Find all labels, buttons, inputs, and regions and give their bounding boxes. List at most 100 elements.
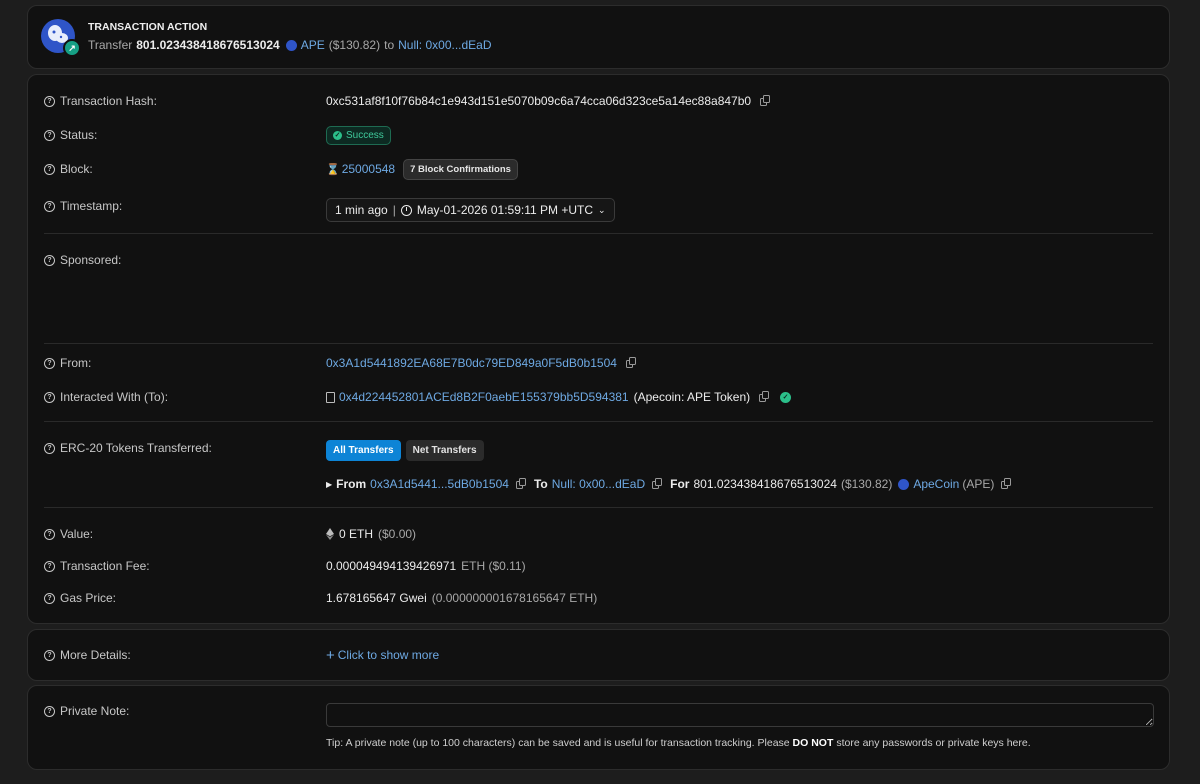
contract-address-link[interactable]: 0x4d224452801ACEd8B2F0aebE155379bb5D5943…	[339, 390, 629, 404]
status-badge: ✓ Success	[326, 125, 391, 145]
transfer-for-word: For	[670, 477, 690, 491]
show-more-link[interactable]: + Click to show more	[326, 648, 1153, 663]
transfer-from-link[interactable]: 0x3A1d5441...5dB0b1504	[370, 477, 509, 491]
transfer-to-word: To	[533, 477, 548, 491]
divider	[44, 507, 1153, 508]
row-interacted-with: ? Interacted With (To): 0x4d224452801ACEd…	[44, 387, 1153, 407]
action-token-link[interactable]: APE	[301, 38, 325, 52]
transaction-hash: 0xc531af8f10f76b84c1e943d151e5070b09c6a7…	[326, 94, 752, 108]
more-details-card: ? More Details: + Click to show more	[27, 629, 1170, 681]
help-icon: ?	[44, 357, 55, 369]
verified-check-icon: ✓	[780, 391, 792, 403]
fee-unit: ETH ($0.11)	[461, 559, 526, 573]
row-from: ? From: 0x3A1d5441892EA68E7B0dc79ED849a0F…	[44, 353, 1153, 373]
divider	[44, 233, 1153, 234]
help-icon: ?	[44, 528, 55, 540]
transaction-action-card: ↗ TRANSACTION ACTION Transfer 801.023438…	[27, 5, 1170, 69]
hourglass-icon: ⌛	[326, 163, 340, 176]
row-more-details: ? More Details: + Click to show more	[44, 645, 1153, 665]
help-icon: ?	[44, 129, 55, 141]
row-timestamp: ? Timestamp: 1 min ago | May-01-2026 01:5…	[44, 196, 1153, 222]
clock-icon	[400, 204, 412, 216]
timestamp-age: 1 min ago	[335, 203, 388, 217]
tip-bold: DO NOT	[792, 737, 834, 749]
timestamp-label: Timestamp:	[60, 199, 123, 213]
action-verb: Transfer	[88, 38, 133, 52]
all-transfers-tab[interactable]: All Transfers	[326, 440, 401, 461]
from-address-link[interactable]: 0x3A1d5441892EA68E7B0dc79ED849a0F5dB0b15…	[326, 356, 617, 370]
help-icon: ?	[44, 254, 55, 266]
hash-label: Transaction Hash:	[60, 94, 157, 108]
block-label: Block:	[60, 162, 93, 176]
caret-right-icon: ▶	[326, 479, 333, 489]
transfer-usd: ($130.82)	[840, 477, 893, 491]
copy-icon[interactable]	[625, 357, 637, 369]
transfer-to-link[interactable]: Null: 0x00...dEaD	[552, 477, 645, 491]
plus-icon: +	[326, 646, 335, 664]
ape-token-logo: ↗	[41, 19, 81, 57]
net-transfers-tab[interactable]: Net Transfers	[405, 440, 484, 461]
status-text: Success	[346, 129, 384, 141]
help-icon: ?	[44, 592, 55, 604]
row-transaction-hash: ? Transaction Hash: 0xc531af8f10f76b84c1e…	[44, 91, 1153, 111]
erc20-label: ERC-20 Tokens Transferred:	[60, 441, 212, 455]
private-note-tip: Tip: A private note (up to 100 character…	[326, 737, 1031, 749]
gas-price-eth: (0.000000001678165647 ETH)	[431, 591, 598, 605]
divider	[44, 421, 1153, 422]
chevron-down-icon: ⌄	[598, 204, 606, 215]
value-usd: ($0.00)	[378, 527, 417, 541]
help-icon: ?	[44, 649, 55, 661]
help-icon: ?	[44, 95, 55, 107]
from-label: From:	[60, 356, 92, 370]
divider	[44, 343, 1153, 344]
status-label: Status:	[60, 128, 98, 142]
transfer-amount: 801.023438418676513024	[693, 477, 837, 491]
token-symbol: (APE)	[962, 477, 995, 491]
action-to-link[interactable]: Null: 0x00...dEaD	[398, 38, 491, 52]
tip-suffix: store any passwords or private keys here…	[836, 737, 1031, 749]
help-icon: ?	[44, 442, 55, 454]
row-status: ? Status: ✓ Success	[44, 125, 1153, 145]
row-value: ? Value: 0 ETH ($0.00)	[44, 524, 1153, 544]
action-title: TRANSACTION ACTION	[88, 21, 208, 33]
to-label: Interacted With (To):	[60, 390, 169, 404]
confirmations-badge: 7 Block Confirmations	[403, 158, 518, 180]
block-number-link[interactable]: 25000548	[342, 162, 395, 176]
action-usd: ($130.82)	[328, 38, 381, 52]
value-label: Value:	[60, 527, 94, 541]
copy-icon[interactable]	[1001, 478, 1012, 490]
gas-label: Gas Price:	[60, 591, 117, 605]
copy-icon[interactable]	[652, 478, 663, 490]
help-icon: ?	[44, 200, 55, 212]
tip-prefix: Tip: A private note (up to 100 character…	[326, 737, 790, 749]
transfer-from-word: From	[336, 477, 367, 491]
apecoin-icon	[898, 478, 910, 490]
action-summary: Transfer 801.023438418676513024 APE ($13…	[88, 38, 492, 52]
show-more-text: Click to show more	[337, 648, 440, 662]
copy-icon[interactable]	[515, 478, 527, 490]
row-gas-price: ? Gas Price: 1.678165647 Gwei (0.00000000…	[44, 588, 1153, 608]
fee-label: Transaction Fee:	[60, 559, 150, 573]
gas-price: 1.678165647 Gwei	[326, 591, 427, 605]
copy-icon[interactable]	[760, 95, 771, 107]
row-block: ? Block: ⌛ 25000548 7 Block Confirmations	[44, 158, 1153, 180]
timestamp-toggle[interactable]: 1 min ago | May-01-2026 01:59:11 PM +UTC…	[326, 198, 615, 222]
private-note-input[interactable]	[326, 703, 1154, 727]
separator: |	[392, 203, 396, 217]
row-erc20-label: ? ERC-20 Tokens Transferred: All Transfer…	[44, 438, 1153, 461]
ethereum-icon	[326, 528, 334, 540]
sponsored-label: Sponsored:	[60, 253, 122, 267]
help-icon: ?	[44, 560, 55, 572]
help-icon: ?	[44, 391, 55, 403]
private-note-label: Private Note:	[60, 704, 130, 718]
row-token-transfer: ▶ From 0x3A1d5441...5dB0b1504 To Null: 0…	[44, 474, 1153, 494]
action-amount: 801.023438418676513024	[136, 38, 280, 52]
token-name-link[interactable]: ApeCoin	[913, 477, 959, 491]
timestamp-datetime: May-01-2026 01:59:11 PM +UTC	[416, 203, 594, 217]
arrow-out-icon: ↗	[63, 39, 81, 57]
contract-file-icon	[326, 391, 335, 403]
contract-name: (Apecoin: APE Token)	[633, 390, 751, 404]
private-note-card: ? Private Note: Tip: A private note (up t…	[27, 685, 1170, 770]
ape-small-icon	[285, 39, 297, 51]
copy-icon[interactable]	[759, 391, 770, 403]
